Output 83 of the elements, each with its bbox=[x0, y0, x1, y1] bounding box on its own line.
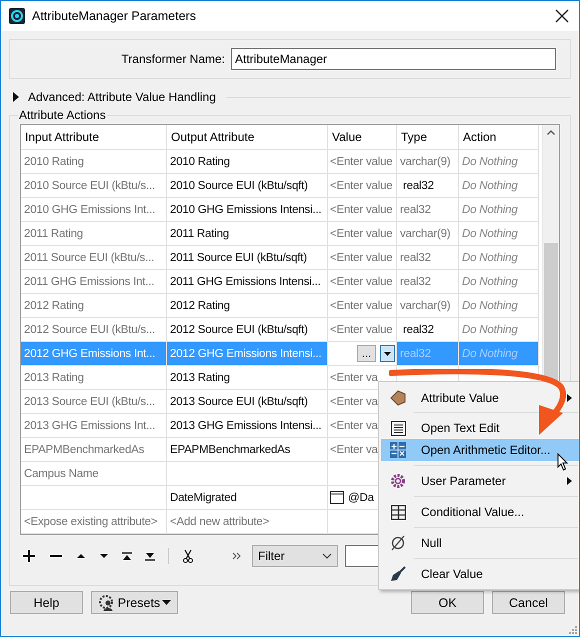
help-button[interactable]: Help bbox=[10, 591, 83, 614]
table-cell[interactable]: 2010 GHG Emissions Intensi... bbox=[167, 198, 328, 222]
table-cell[interactable]: varchar(9) bbox=[397, 294, 459, 318]
column-header[interactable]: Output Attribute bbox=[167, 125, 328, 150]
table-cell[interactable]: EPAPMBenchmarkedAs bbox=[21, 438, 167, 462]
table-cell[interactable]: Do Nothing bbox=[459, 294, 539, 318]
value-placeholder: <Enter value bbox=[330, 252, 392, 264]
table-cell[interactable]: 2011 GHG Emissions Int... bbox=[21, 270, 167, 294]
name-field[interactable]: AttributeManager bbox=[231, 48, 556, 70]
table-cell[interactable]: real32 bbox=[397, 246, 459, 270]
table-cell[interactable]: 2011 Rating bbox=[21, 222, 167, 246]
table-cell[interactable]: 2012 GHG Emissions Intensi... bbox=[167, 342, 328, 366]
field-label: Transformer Name: bbox=[121, 52, 225, 66]
section-title: Attribute Actions bbox=[18, 108, 107, 122]
value-placeholder: <Enter value bbox=[330, 204, 392, 216]
table-cell[interactable]: 2012 Rating bbox=[167, 294, 328, 318]
menu-item[interactable]: Clear Value bbox=[381, 563, 579, 585]
table-cell[interactable]: 2013 Rating bbox=[167, 366, 328, 390]
menu-item[interactable]: Null bbox=[381, 532, 579, 554]
table-cell[interactable]: Do Nothing bbox=[459, 222, 539, 246]
table-cell[interactable]: EPAPMBenchmarkedAs bbox=[167, 438, 328, 462]
value-placeholder: <Enter value bbox=[330, 300, 392, 312]
value-placeholder: <Enter va bbox=[330, 444, 378, 456]
table-cell[interactable]: <Enter value bbox=[328, 246, 397, 270]
column-header[interactable]: Action bbox=[459, 125, 539, 150]
table-cell[interactable]: 2013 GHG Emissions Intensi... bbox=[167, 414, 328, 438]
column-header[interactable]: Value bbox=[328, 125, 397, 150]
filter-dropdown[interactable]: Filter bbox=[252, 545, 338, 567]
table-cell[interactable]: Campus Name bbox=[21, 462, 167, 486]
value-placeholder: <Enter value bbox=[330, 228, 392, 240]
table-cell[interactable]: 2011 GHG Emissions Intensi... bbox=[167, 270, 328, 294]
table-cell[interactable]: DateMigrated bbox=[167, 486, 328, 510]
table-cell[interactable]: <Expose existing attribute> bbox=[21, 510, 167, 534]
table-cell[interactable]: Do Nothing bbox=[459, 198, 539, 222]
table-cell[interactable]: <Add new attribute> bbox=[167, 510, 328, 534]
ok-button[interactable]: OK bbox=[411, 591, 484, 614]
window-title: AttributeManager Parameters bbox=[32, 9, 197, 23]
column-header[interactable]: Input Attribute bbox=[21, 125, 167, 150]
table-cell[interactable]: 2010 Source EUI (kBtu/s... bbox=[21, 174, 167, 198]
value-placeholder: <Enter value bbox=[330, 180, 392, 192]
table-cell[interactable]: Do Nothing bbox=[459, 150, 539, 174]
table-cell[interactable]: 2012 GHG Emissions Int... bbox=[21, 342, 167, 366]
table-cell[interactable]: 2010 Source EUI (kBtu/sqft) bbox=[167, 174, 328, 198]
table-cell[interactable]: varchar(9) bbox=[397, 222, 459, 246]
table-cell[interactable]: 2013 Source EUI (kBtu/s... bbox=[21, 390, 167, 414]
table-cell[interactable]: 2010 Rating bbox=[167, 150, 328, 174]
table-cell[interactable]: <Enter value bbox=[328, 198, 397, 222]
table-cell[interactable]: 2013 Source EUI (kBtu/sqft) bbox=[167, 390, 328, 414]
table-cell[interactable]: real32 bbox=[397, 198, 459, 222]
value-placeholder: <Enter value bbox=[330, 156, 392, 168]
cancel-button[interactable]: Cancel bbox=[492, 591, 565, 614]
table-cell[interactable]: varchar(9) bbox=[397, 150, 459, 174]
table-cell[interactable]: <Enter value bbox=[328, 318, 397, 342]
table-cell[interactable]: real32 bbox=[397, 270, 459, 294]
value-placeholder: <Enter va bbox=[330, 420, 378, 432]
table-cell[interactable]: 2011 Rating bbox=[167, 222, 328, 246]
table-cell[interactable]: 2011 Source EUI (kBtu/sqft) bbox=[167, 246, 328, 270]
table-cell[interactable]: 2011 Source EUI (kBtu/s... bbox=[21, 246, 167, 270]
table-cell[interactable]: ... bbox=[328, 342, 397, 366]
table-cell[interactable]: Do Nothing bbox=[459, 270, 539, 294]
table-cell[interactable]: Do Nothing bbox=[459, 246, 539, 270]
table-cell[interactable]: <Enter value bbox=[328, 294, 397, 318]
value-placeholder: <Enter value bbox=[330, 324, 392, 336]
table-cell[interactable]: <Enter value bbox=[328, 174, 397, 198]
value-text: @Da bbox=[348, 492, 374, 504]
table-cell[interactable]: <Enter value bbox=[328, 222, 397, 246]
table-cell[interactable]: <Enter value bbox=[328, 150, 397, 174]
table-cell[interactable]: 2010 GHG Emissions Int... bbox=[21, 198, 167, 222]
table-cell[interactable]: real32 bbox=[397, 174, 459, 198]
browse-button[interactable]: ... bbox=[357, 345, 376, 362]
section-toggle[interactable]: Advanced: Attribute Value Handling bbox=[28, 90, 216, 104]
table-cell[interactable]: 2013 GHG Emissions Int... bbox=[21, 414, 167, 438]
value-placeholder: <Enter value bbox=[330, 276, 392, 288]
table-cell[interactable]: 2010 Rating bbox=[21, 150, 167, 174]
menu-item[interactable]: Open Arithmetic Editor... bbox=[381, 439, 579, 461]
column-header[interactable]: Type bbox=[397, 125, 459, 150]
table-cell[interactable]: 2013 Rating bbox=[21, 366, 167, 390]
presets-button[interactable]: Presets bbox=[91, 591, 178, 614]
table-cell[interactable]: <Enter value bbox=[328, 270, 397, 294]
value-placeholder: <Enter va bbox=[330, 396, 378, 408]
table-cell[interactable]: Do Nothing bbox=[459, 174, 539, 198]
table-cell[interactable]: 2012 Rating bbox=[21, 294, 167, 318]
value-placeholder: <Enter va bbox=[330, 372, 378, 384]
